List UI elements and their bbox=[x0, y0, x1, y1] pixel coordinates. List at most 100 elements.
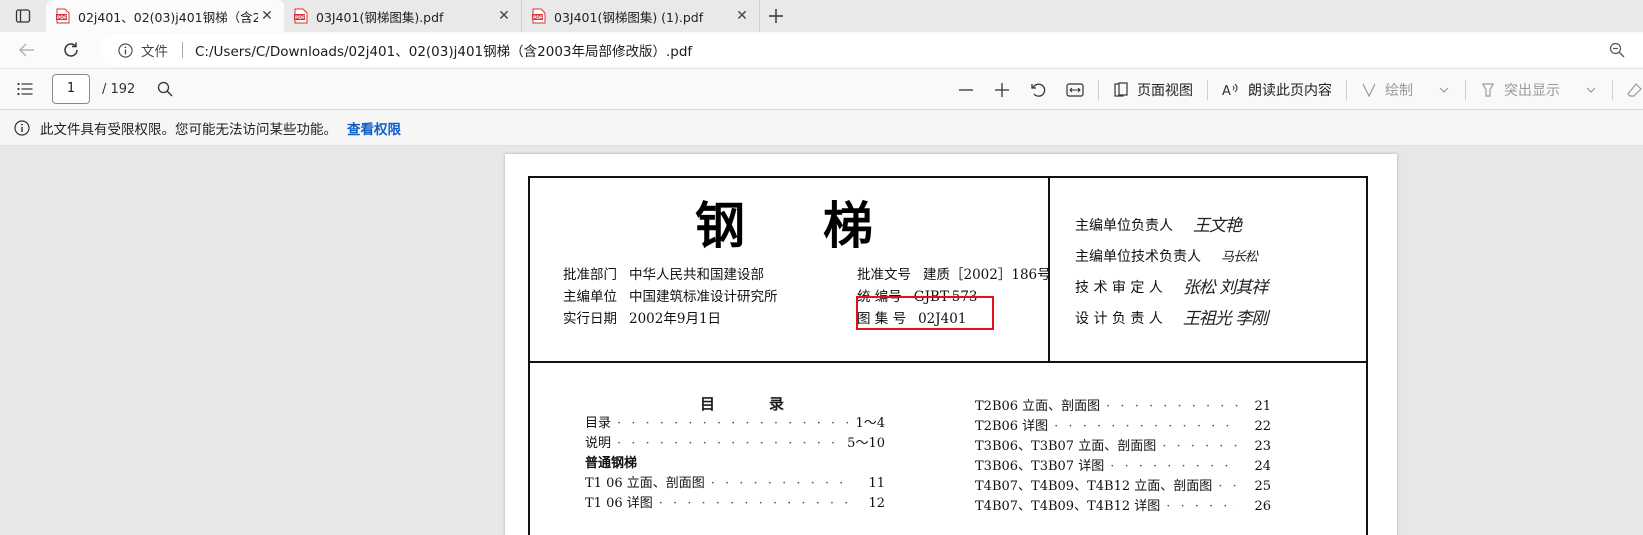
toc-label: 普通钢梯 bbox=[585, 456, 638, 471]
tab-title: 02j401、02(03)j401钢梯（含2003 bbox=[78, 9, 258, 25]
toc-entry[interactable]: T2B06 详图 22 bbox=[975, 417, 1271, 437]
toc-page: 12 bbox=[868, 496, 885, 511]
toc-leader bbox=[659, 494, 853, 514]
toc-label: T1 06 立面、剖面图 bbox=[585, 476, 705, 491]
highlighter-icon bbox=[1482, 83, 1494, 97]
tab-actions-button[interactable] bbox=[0, 0, 46, 32]
svg-text:PDF: PDF bbox=[57, 15, 67, 21]
toc-leader bbox=[1218, 477, 1239, 497]
toc-left-column: 目录 1～4 说明 5～10 普通钢梯 T1 06 立面、剖面图 11 T1 06 详… bbox=[585, 414, 885, 514]
meta-row: 主编单位 中国建筑标准设计研究所 bbox=[563, 286, 778, 308]
divider bbox=[182, 42, 183, 58]
pdf-file-icon: PDF bbox=[56, 8, 70, 24]
toc-entry[interactable]: T3B06、T3B07 详图 24 bbox=[975, 457, 1271, 477]
toc-entry[interactable]: 说明 5～10 bbox=[585, 434, 885, 454]
arrow-left-icon bbox=[18, 43, 34, 57]
read-aloud-button[interactable]: A 朗读此页内容 bbox=[1212, 69, 1342, 111]
tab-actions-icon bbox=[15, 9, 31, 23]
svg-text:PDF: PDF bbox=[533, 15, 543, 21]
tab-title: 03J401(钢梯图集).pdf bbox=[316, 9, 444, 25]
meta-value: 中国建筑标准设计研究所 bbox=[629, 289, 778, 305]
toc-label: T4B07、T4B09、T4B12 立面、剖面图 bbox=[975, 479, 1213, 494]
signature: 马长松 bbox=[1221, 250, 1258, 265]
meta-key: 批准部门 bbox=[563, 267, 617, 283]
divider bbox=[1207, 80, 1208, 100]
refresh-button[interactable] bbox=[53, 35, 89, 65]
close-icon[interactable]: ✕ bbox=[495, 7, 513, 25]
toc-label: 说明 bbox=[585, 436, 612, 451]
eraser-icon bbox=[1627, 83, 1642, 97]
toc-page: 26 bbox=[1254, 499, 1271, 514]
fit-page-button[interactable] bbox=[1056, 69, 1094, 111]
toc-entry[interactable]: T4B07、T4B09、T4B12 立面、剖面图 25 bbox=[975, 477, 1271, 497]
tab-1[interactable]: PDF 03J401(钢梯图集).pdf ✕ bbox=[284, 0, 522, 32]
plus-icon bbox=[769, 9, 783, 23]
toc-leader bbox=[1110, 457, 1239, 477]
read-aloud-icon: A bbox=[1222, 83, 1238, 98]
responsible-persons: 主编单位负责人 王文艳 主编单位技术负责人 马长松 技 术 审 定 人张松 刘其祥 … bbox=[1075, 211, 1268, 335]
back-button[interactable] bbox=[9, 35, 45, 65]
pdf-page: 钢梯 批准部门 中华人民共和国建设部 主编单位 中国建筑标准设计研究所 实行日期 20… bbox=[505, 154, 1397, 535]
toc-leader bbox=[617, 434, 841, 454]
find-button[interactable] bbox=[157, 81, 173, 97]
tab-2[interactable]: PDF 03J401(钢梯图集) (1).pdf ✕ bbox=[522, 0, 760, 32]
pdf-viewport[interactable]: 钢梯 批准部门 中华人民共和国建设部 主编单位 中国建筑标准设计研究所 实行日期 20… bbox=[0, 146, 1643, 535]
toc-entry[interactable]: T1 06 立面、剖面图 11 bbox=[585, 474, 885, 494]
meta-row: 设 计 负 责 人 王祖光 李刚 bbox=[1075, 304, 1268, 335]
close-icon[interactable]: ✕ bbox=[258, 7, 276, 25]
contents-button[interactable] bbox=[0, 82, 50, 96]
address-bar[interactable]: 文件 C:/Users/C/Downloads/02j401、02(03)j40… bbox=[100, 34, 1643, 66]
toc-page: 23 bbox=[1254, 439, 1271, 454]
toc-page: 1～4 bbox=[855, 416, 885, 431]
meta-row: 主编单位技术负责人 马长松 bbox=[1075, 242, 1267, 273]
chevron-down-icon[interactable] bbox=[1584, 85, 1598, 95]
highlight-annotation bbox=[856, 296, 994, 330]
draw-button[interactable]: 绘制 bbox=[1351, 69, 1461, 111]
title-block: 钢梯 批准部门 中华人民共和国建设部 主编单位 中国建筑标准设计研究所 实行日期 20… bbox=[528, 176, 1368, 535]
new-tab-button[interactable] bbox=[760, 0, 792, 32]
svg-text:PDF: PDF bbox=[295, 15, 305, 21]
page-total: / 192 bbox=[102, 81, 136, 97]
page-view-label: 页面视图 bbox=[1137, 83, 1193, 99]
rotate-button[interactable] bbox=[1020, 69, 1056, 111]
toc-leader bbox=[1054, 417, 1239, 437]
meta-row: 技 术 审 定 人 张松 刘其祥 bbox=[1075, 273, 1268, 304]
svg-text:A: A bbox=[1222, 84, 1231, 98]
zoom-out-button[interactable] bbox=[948, 69, 984, 111]
zoom-in-button[interactable] bbox=[984, 69, 1020, 111]
toc-entry[interactable]: T4B07、T4B09、T4B12 详图 26 bbox=[975, 497, 1271, 517]
toc-page: 22 bbox=[1254, 419, 1271, 434]
page-view-button[interactable]: 页面视图 bbox=[1103, 69, 1203, 111]
permissions-infobar: 此文件具有受限权限。您可能无法访问某些功能。 查看权限 bbox=[0, 110, 1643, 146]
toc-leader bbox=[617, 414, 849, 434]
zoom-icon[interactable] bbox=[1609, 42, 1625, 58]
site-info-button[interactable]: 文件 bbox=[118, 40, 168, 60]
page-number-input[interactable]: 1 bbox=[52, 74, 90, 104]
toc-page: 21 bbox=[1254, 399, 1271, 414]
view-permissions-link[interactable]: 查看权限 bbox=[347, 118, 401, 138]
meta-key: 主编单位负责人 bbox=[1075, 218, 1173, 234]
erase-button[interactable] bbox=[1617, 69, 1643, 111]
divider bbox=[1465, 80, 1466, 100]
meta-row: 批准文号 建质［2002］186号 bbox=[857, 264, 1051, 286]
close-icon[interactable]: ✕ bbox=[733, 7, 751, 25]
info-icon bbox=[118, 42, 133, 58]
meta-row: 实行日期 2002年9月1日 bbox=[563, 308, 778, 330]
tab-title: 03J401(钢梯图集) (1).pdf bbox=[554, 9, 704, 25]
meta-key: 技 术 审 定 人 bbox=[1075, 280, 1163, 296]
url-text[interactable]: C:/Users/C/Downloads/02j401、02(03)j401钢梯… bbox=[195, 40, 692, 60]
toc-entry[interactable]: T1 06 详图 12 bbox=[585, 494, 885, 514]
info-icon bbox=[14, 119, 30, 136]
toc-leader bbox=[1166, 497, 1239, 517]
pdf-toolbar: 1 / 192 页面视图 A 朗读此页内容 绘制 突出显示 bbox=[0, 68, 1643, 110]
tab-0[interactable]: PDF 02j401、02(03)j401钢梯（含2003 ✕ bbox=[46, 0, 284, 32]
minus-icon bbox=[959, 89, 973, 91]
tab-bar: PDF 02j401、02(03)j401钢梯（含2003 ✕ PDF 03J4… bbox=[0, 0, 1643, 32]
pdf-tools: 页面视图 A 朗读此页内容 绘制 突出显示 bbox=[948, 69, 1643, 111]
chevron-down-icon[interactable] bbox=[1437, 85, 1451, 95]
toc-page: 24 bbox=[1254, 459, 1271, 474]
highlight-button[interactable]: 突出显示 bbox=[1470, 69, 1608, 111]
toc-entry[interactable]: T3B06、T3B07 立面、剖面图 23 bbox=[975, 437, 1271, 457]
toc-entry[interactable]: T2B06 立面、剖面图 21 bbox=[975, 397, 1271, 417]
toc-entry[interactable]: 目录 1～4 bbox=[585, 414, 885, 434]
